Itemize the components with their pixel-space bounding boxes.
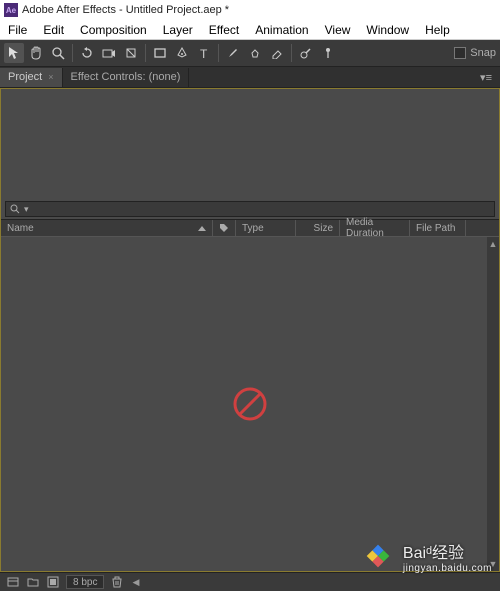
tab-effect-controls-label: Effect Controls: (none) <box>71 71 181 83</box>
scroll-left-icon: ◀ <box>132 577 139 588</box>
toolbar-separator <box>218 44 219 62</box>
horizontal-scrollbar[interactable]: ◀ <box>130 575 494 589</box>
tool-bar: T Snap <box>0 40 500 67</box>
column-size[interactable]: Size <box>296 220 340 236</box>
search-icon <box>10 204 20 214</box>
snap-checkbox[interactable] <box>454 47 466 59</box>
menu-edit[interactable]: Edit <box>35 23 72 37</box>
sort-ascending-icon <box>198 226 206 231</box>
no-drop-icon <box>232 386 268 422</box>
panel-menu-icon[interactable]: ▾≡ <box>472 71 500 84</box>
column-file-path[interactable]: File Path <box>410 220 466 236</box>
toolbar-separator <box>72 44 73 62</box>
source-preview-area <box>1 89 499 199</box>
camera-tool[interactable] <box>99 43 119 63</box>
window-title: Adobe After Effects - Untitled Project.a… <box>22 4 229 16</box>
toolbar-separator <box>291 44 292 62</box>
menu-view[interactable]: View <box>317 23 359 37</box>
hand-tool[interactable] <box>26 43 46 63</box>
panel-footer: 8 bpc ◀ <box>0 572 500 591</box>
tag-icon <box>219 223 229 233</box>
project-panel: ▾ Name Type Size Media Duration File Pat… <box>0 88 500 572</box>
tab-effect-controls[interactable]: Effect Controls: (none) <box>63 68 190 87</box>
menu-bar: File Edit Composition Layer Effect Anima… <box>0 20 500 40</box>
column-size-label: Size <box>314 223 333 234</box>
selection-tool[interactable] <box>4 43 24 63</box>
app-logo: Ae <box>4 3 18 17</box>
menu-effect[interactable]: Effect <box>201 23 247 37</box>
column-media-label: Media Duration <box>346 217 403 239</box>
roto-brush-tool[interactable] <box>296 43 316 63</box>
chevron-down-icon: ▾ <box>24 204 29 215</box>
column-media-duration[interactable]: Media Duration <box>340 220 410 236</box>
close-icon[interactable]: × <box>48 72 53 82</box>
scroll-up-icon[interactable]: ▲ <box>489 239 498 249</box>
vertical-scrollbar[interactable]: ▲ ▼ <box>487 237 499 571</box>
snap-label: Snap <box>470 47 496 59</box>
column-name-label: Name <box>7 223 34 234</box>
tab-project[interactable]: Project × <box>0 68 63 87</box>
scroll-down-icon[interactable]: ▼ <box>489 559 498 569</box>
column-headers: Name Type Size Media Duration File Path <box>1 219 499 237</box>
clone-stamp-tool[interactable] <box>245 43 265 63</box>
menu-animation[interactable]: Animation <box>247 23 316 37</box>
new-folder-icon[interactable] <box>26 575 40 589</box>
column-path-label: File Path <box>416 223 455 234</box>
new-composition-icon[interactable] <box>46 575 60 589</box>
toolbar-separator <box>145 44 146 62</box>
window-titlebar: Ae Adobe After Effects - Untitled Projec… <box>0 0 500 20</box>
menu-composition[interactable]: Composition <box>72 23 155 37</box>
column-type[interactable]: Type <box>236 220 296 236</box>
rotation-tool[interactable] <box>77 43 97 63</box>
interpret-footage-icon[interactable] <box>6 575 20 589</box>
svg-text:T: T <box>200 47 208 59</box>
column-name[interactable]: Name <box>1 220 213 236</box>
search-input[interactable]: ▾ <box>5 201 495 217</box>
column-type-label: Type <box>242 223 264 234</box>
panel-tabs: Project × Effect Controls: (none) ▾≡ <box>0 67 500 88</box>
pen-tool[interactable] <box>172 43 192 63</box>
puppet-pin-tool[interactable] <box>318 43 338 63</box>
menu-layer[interactable]: Layer <box>155 23 201 37</box>
delete-icon[interactable] <box>110 575 124 589</box>
tab-project-label: Project <box>8 71 42 83</box>
type-tool[interactable]: T <box>194 43 214 63</box>
menu-help[interactable]: Help <box>417 23 458 37</box>
bpc-label: 8 bpc <box>73 577 97 588</box>
column-label[interactable] <box>213 220 236 236</box>
eraser-tool[interactable] <box>267 43 287 63</box>
menu-file[interactable]: File <box>0 23 35 37</box>
pan-behind-tool[interactable] <box>121 43 141 63</box>
color-depth-button[interactable]: 8 bpc <box>66 575 104 589</box>
rectangle-tool[interactable] <box>150 43 170 63</box>
zoom-tool[interactable] <box>48 43 68 63</box>
brush-tool[interactable] <box>223 43 243 63</box>
project-bin[interactable]: ▲ ▼ <box>1 237 499 571</box>
menu-window[interactable]: Window <box>358 23 417 37</box>
